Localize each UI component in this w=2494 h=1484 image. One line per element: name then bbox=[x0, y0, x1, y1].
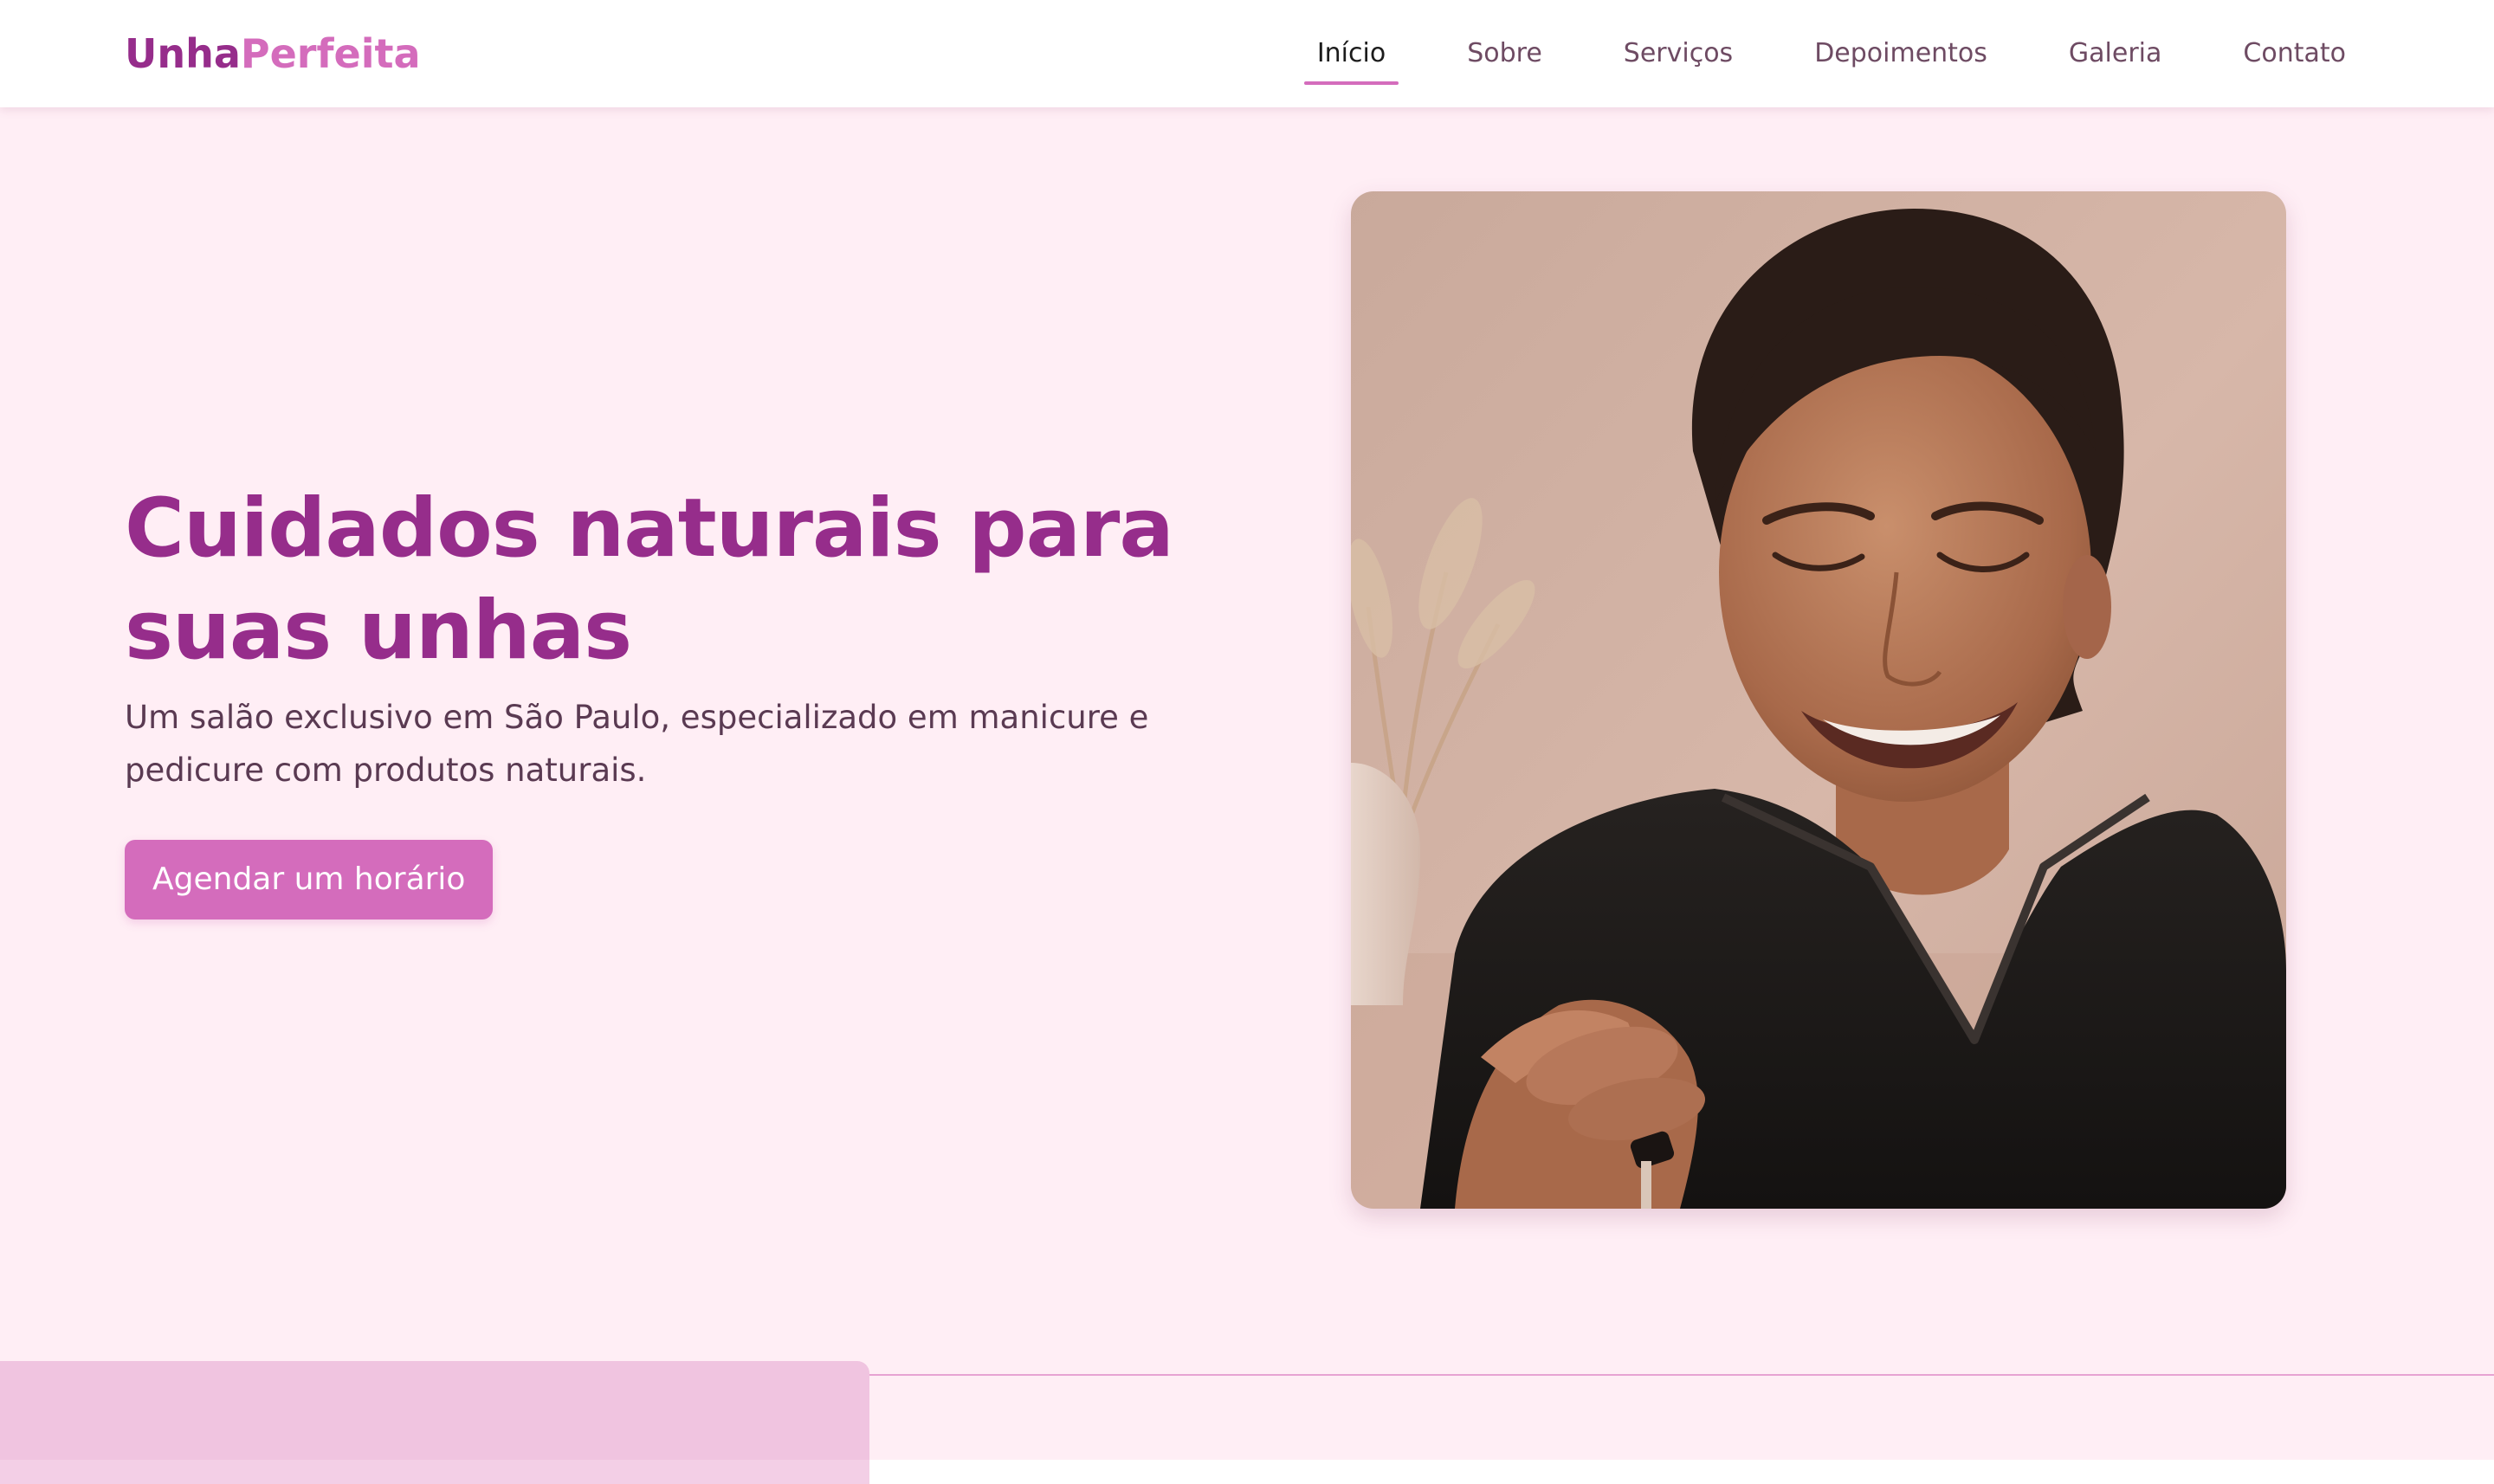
nav-link-sobre[interactable]: Sobre bbox=[1454, 35, 1555, 73]
nav-link-depoimentos[interactable]: Depoimentos bbox=[1801, 35, 2000, 73]
hero-title: Cuidados naturais para suas unhas bbox=[125, 481, 1174, 678]
manicurist-portrait-photo bbox=[1351, 191, 2286, 1209]
hero-subtitle: Um salão exclusivo em São Paulo, especia… bbox=[125, 699, 1149, 789]
nav-link-galeria[interactable]: Galeria bbox=[2056, 35, 2174, 73]
nav-link-servicos[interactable]: Serviços bbox=[1611, 35, 1746, 73]
nav-link-inicio[interactable]: Início bbox=[1303, 35, 1399, 85]
logo-text-perfeita: Perfeita bbox=[240, 30, 421, 77]
hero-photo bbox=[1351, 191, 2286, 1209]
next-section-card-footer bbox=[0, 1460, 869, 1484]
section-divider-line bbox=[869, 1374, 2494, 1376]
page: UnhaPerfeita Início Sobre Serviços Depoi… bbox=[0, 0, 2494, 1484]
logo-text-unha: Unha bbox=[125, 30, 241, 77]
main-navigation: Início Sobre Serviços Depoimentos Galeri… bbox=[1303, 35, 2359, 85]
nav-link-contato[interactable]: Contato bbox=[2230, 35, 2359, 73]
site-header: UnhaPerfeita Início Sobre Serviços Depoi… bbox=[0, 0, 2494, 107]
brand-logo[interactable]: UnhaPerfeita bbox=[125, 26, 421, 81]
book-appointment-button[interactable]: Agendar um horário bbox=[125, 840, 494, 919]
